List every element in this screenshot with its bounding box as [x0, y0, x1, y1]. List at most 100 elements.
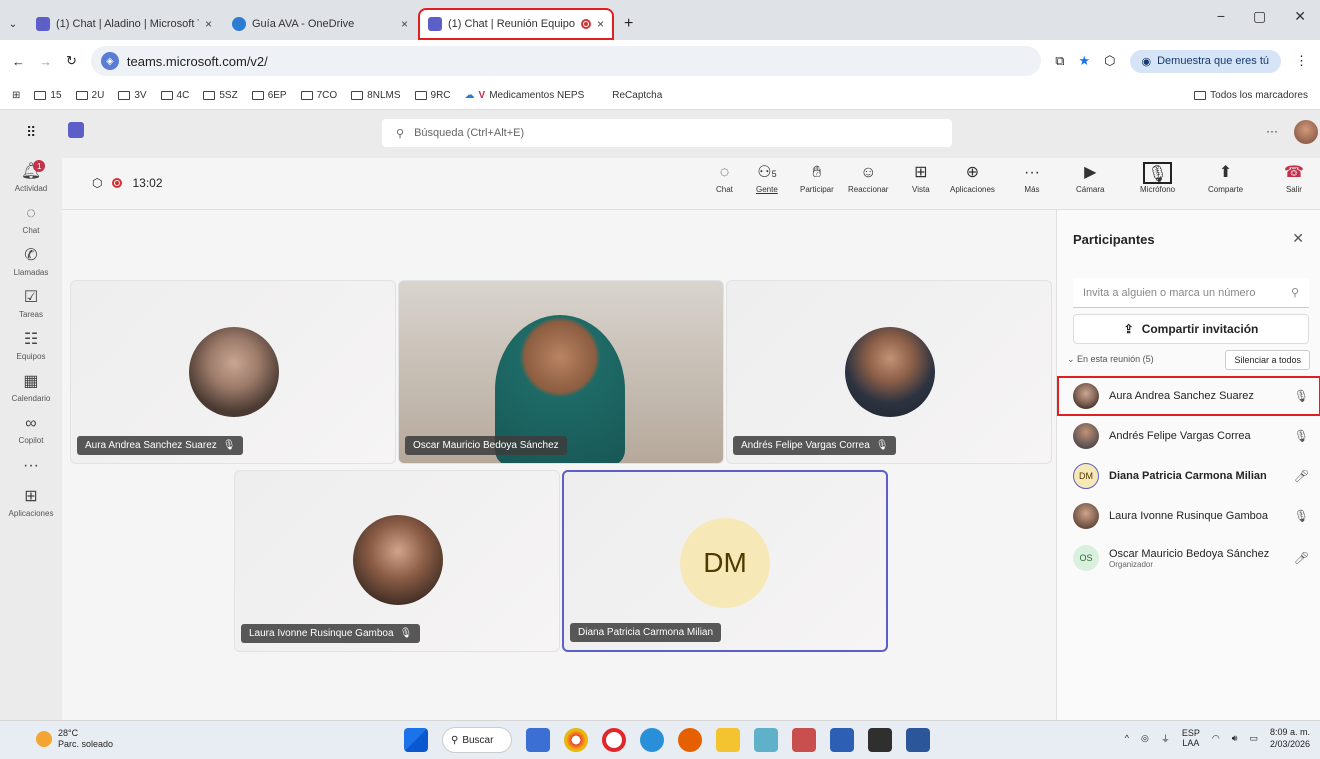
menu-kebab-icon[interactable]: ⋮ — [1295, 53, 1308, 69]
app-icon[interactable] — [526, 728, 550, 752]
tasks-icon: ☑ — [23, 289, 39, 306]
apps-grid-icon[interactable]: ⊞ — [12, 90, 20, 101]
app-icon[interactable] — [868, 728, 892, 752]
usb-icon[interactable]: ⏚ — [1161, 732, 1170, 745]
start-windows-icon[interactable] — [404, 728, 428, 752]
site-info-icon[interactable]: ◈ — [100, 52, 119, 70]
rail-item-aplicaciones[interactable]: ⊞ Aplicaciones — [9, 487, 54, 518]
apps-button[interactable]: ⊕ Aplicaciones — [950, 164, 995, 194]
install-app-icon[interactable]: ⧉ — [1055, 53, 1064, 69]
new-tab-button[interactable]: + — [614, 8, 633, 40]
language-indicator[interactable]: ESP LAA — [1182, 728, 1200, 748]
raise-hand-button[interactable]: ✋︎ Participar — [800, 164, 834, 194]
bookmark-recaptcha[interactable]: ReCaptcha — [612, 90, 662, 101]
microphone-button[interactable]: 🎙︎ Micrófono — [1140, 162, 1175, 194]
participant-row[interactable]: DM Diana Patricia Carmona Milian 🎤︎ — [1057, 456, 1320, 496]
volume-icon[interactable]: 🔊︎ — [1232, 733, 1238, 744]
extensions-icon[interactable]: ⬡ — [1104, 53, 1115, 69]
more-button[interactable]: ··· Más — [1024, 164, 1040, 194]
bookmark-folder[interactable]: 6EP — [251, 90, 287, 101]
browser-tab-reunion[interactable]: (1) Chat | Reunión Equipo ( × — [418, 8, 614, 40]
edge-icon[interactable] — [640, 728, 664, 752]
taskbar-search[interactable]: ⚲ Buscar — [442, 727, 512, 753]
participant-row[interactable]: Aura Andrea Sanchez Suarez 🎙︎ — [1057, 376, 1320, 416]
participant-row[interactable]: Andrés Felipe Vargas Correa 🎙︎ — [1057, 416, 1320, 456]
close-icon[interactable]: ✕ — [1292, 230, 1304, 247]
weather-widget[interactable]: 28°C Parc. soleado — [36, 728, 113, 750]
back-icon[interactable]: ← — [12, 54, 25, 69]
firefox-icon[interactable] — [678, 728, 702, 752]
chevron-up-icon[interactable]: ^ — [1125, 733, 1129, 743]
video-tile-active[interactable]: Oscar Mauricio Bedoya Sánchez — [398, 280, 724, 464]
close-window-icon[interactable]: ✕ — [1294, 8, 1306, 25]
participant-row[interactable]: Laura Ivonne Rusinque Gamboa 🎙︎ — [1057, 496, 1320, 536]
file-explorer-icon[interactable] — [716, 728, 740, 752]
clock[interactable]: 8:09 a. m. 2/03/2026 — [1270, 726, 1310, 750]
reload-icon[interactable]: ↻ — [66, 53, 77, 69]
browser-tab-onedrive[interactable]: Guía AVA - OneDrive × — [222, 8, 418, 40]
chat-button[interactable]: ◌ Chat — [716, 164, 733, 194]
tab-close-icon[interactable]: × — [597, 17, 604, 31]
cloud-sync-icon[interactable]: ◎ — [1141, 733, 1149, 744]
bookmark-folder[interactable]: 3V — [118, 90, 147, 101]
bookmark-folder[interactable]: 2U — [75, 90, 104, 101]
view-button[interactable]: ⊞ Vista — [912, 164, 930, 194]
video-tile[interactable]: Laura Ivonne Rusinque Gamboa 🎙︎ — [234, 470, 560, 652]
browser-tab-chat-aladino[interactable]: (1) Chat | Aladino | Microsoft Te × — [26, 8, 222, 40]
profile-button[interactable]: ◉ Demuestra que eres tú — [1129, 49, 1281, 73]
tab-search-chevron-icon[interactable]: ⌄ — [0, 8, 26, 40]
bookmark-folder[interactable]: 5SZ — [203, 90, 238, 101]
app-icon[interactable] — [830, 728, 854, 752]
video-tile-speaking[interactable]: DM Diana Patricia Carmona Milian — [562, 470, 888, 652]
app-launcher-icon[interactable]: ⠿ — [26, 124, 36, 141]
share-button[interactable]: ⬆ Comparte — [1208, 164, 1243, 194]
mute-all-button[interactable]: Silenciar a todos — [1225, 350, 1310, 370]
rail-item-more[interactable]: ··· — [23, 456, 39, 476]
bookmark-folder[interactable]: 15 — [34, 90, 62, 101]
chrome-icon[interactable] — [564, 728, 588, 752]
minimize-icon[interactable]: − — [1217, 8, 1225, 25]
bookmark-folder[interactable]: 7CO — [300, 90, 337, 101]
bookmark-label: 6EP — [267, 90, 287, 101]
bookmark-folder[interactable]: 9RC — [414, 90, 451, 101]
rail-item-actividad[interactable]: 🔔︎ 1 Actividad — [15, 160, 47, 193]
rail-item-copilot[interactable]: ∞ Copilot — [19, 414, 44, 445]
restore-icon[interactable]: ▢ — [1253, 8, 1266, 25]
notepad-icon[interactable] — [754, 728, 778, 752]
teams-favicon-icon — [36, 17, 50, 31]
tab-close-icon[interactable]: × — [205, 17, 212, 31]
video-tile[interactable]: Aura Andrea Sanchez Suarez 🎙︎ — [70, 280, 396, 464]
participant-row[interactable]: OS Oscar Mauricio Bedoya Sánchez Organizad… — [1057, 536, 1320, 580]
react-button[interactable]: ☺ Reaccionar — [848, 164, 888, 194]
rail-item-equipos[interactable]: ☷ Equipos — [17, 330, 46, 361]
tile-name: Aura Andrea Sanchez Suarez 🎙︎ — [77, 436, 244, 455]
app-icon[interactable] — [792, 728, 816, 752]
bookmark-folder[interactable]: 4C — [160, 90, 189, 101]
rail-item-llamadas[interactable]: ✆ Llamadas — [14, 246, 49, 277]
word-icon[interactable] — [906, 728, 930, 752]
rail-item-tareas[interactable]: ☑ Tareas — [19, 288, 43, 319]
forward-icon[interactable]: → — [39, 54, 52, 69]
video-tile[interactable]: Andrés Felipe Vargas Correa 🎙︎ — [726, 280, 1052, 464]
bookmark-all[interactable]: Todos los marcadores — [1194, 90, 1308, 101]
rail-item-calendario[interactable]: ▦ Calendario — [12, 372, 51, 403]
search-input[interactable]: ⚲ Búsqueda (Ctrl+Alt+E) — [382, 119, 952, 147]
opera-icon[interactable] — [602, 728, 626, 752]
url-field[interactable]: ◈ teams.microsoft.com/v2/ — [90, 46, 1042, 76]
folder-icon — [300, 91, 313, 100]
bookmark-star-icon[interactable]: ★ — [1078, 53, 1090, 69]
camera-button[interactable]: ▶︎ Cámara — [1076, 164, 1104, 194]
rail-item-chat[interactable]: ◌ Chat — [23, 204, 40, 235]
leave-button[interactable]: ☎ Salir — [1284, 164, 1304, 194]
people-button[interactable]: ⚇5 Gente — [756, 164, 778, 194]
tab-close-icon[interactable]: × — [401, 17, 408, 31]
bookmark-medicamentos[interactable]: ☁ V Medicamentos NEPS — [465, 90, 585, 101]
in-meeting-section-toggle[interactable]: ⌄ En esta reunión (5) — [1067, 354, 1154, 365]
share-invite-button[interactable]: ⇪ Compartir invitación — [1073, 314, 1309, 344]
invite-input[interactable]: Invita a alguien o marca un número ⚲ — [1073, 278, 1309, 308]
wifi-icon[interactable]: ◠ — [1212, 733, 1220, 744]
settings-more-button[interactable]: ··· — [1266, 124, 1278, 138]
bookmark-folder[interactable]: 8NLMS — [351, 90, 401, 101]
user-avatar[interactable] — [1294, 120, 1318, 144]
battery-icon[interactable]: ▭ — [1249, 733, 1258, 744]
